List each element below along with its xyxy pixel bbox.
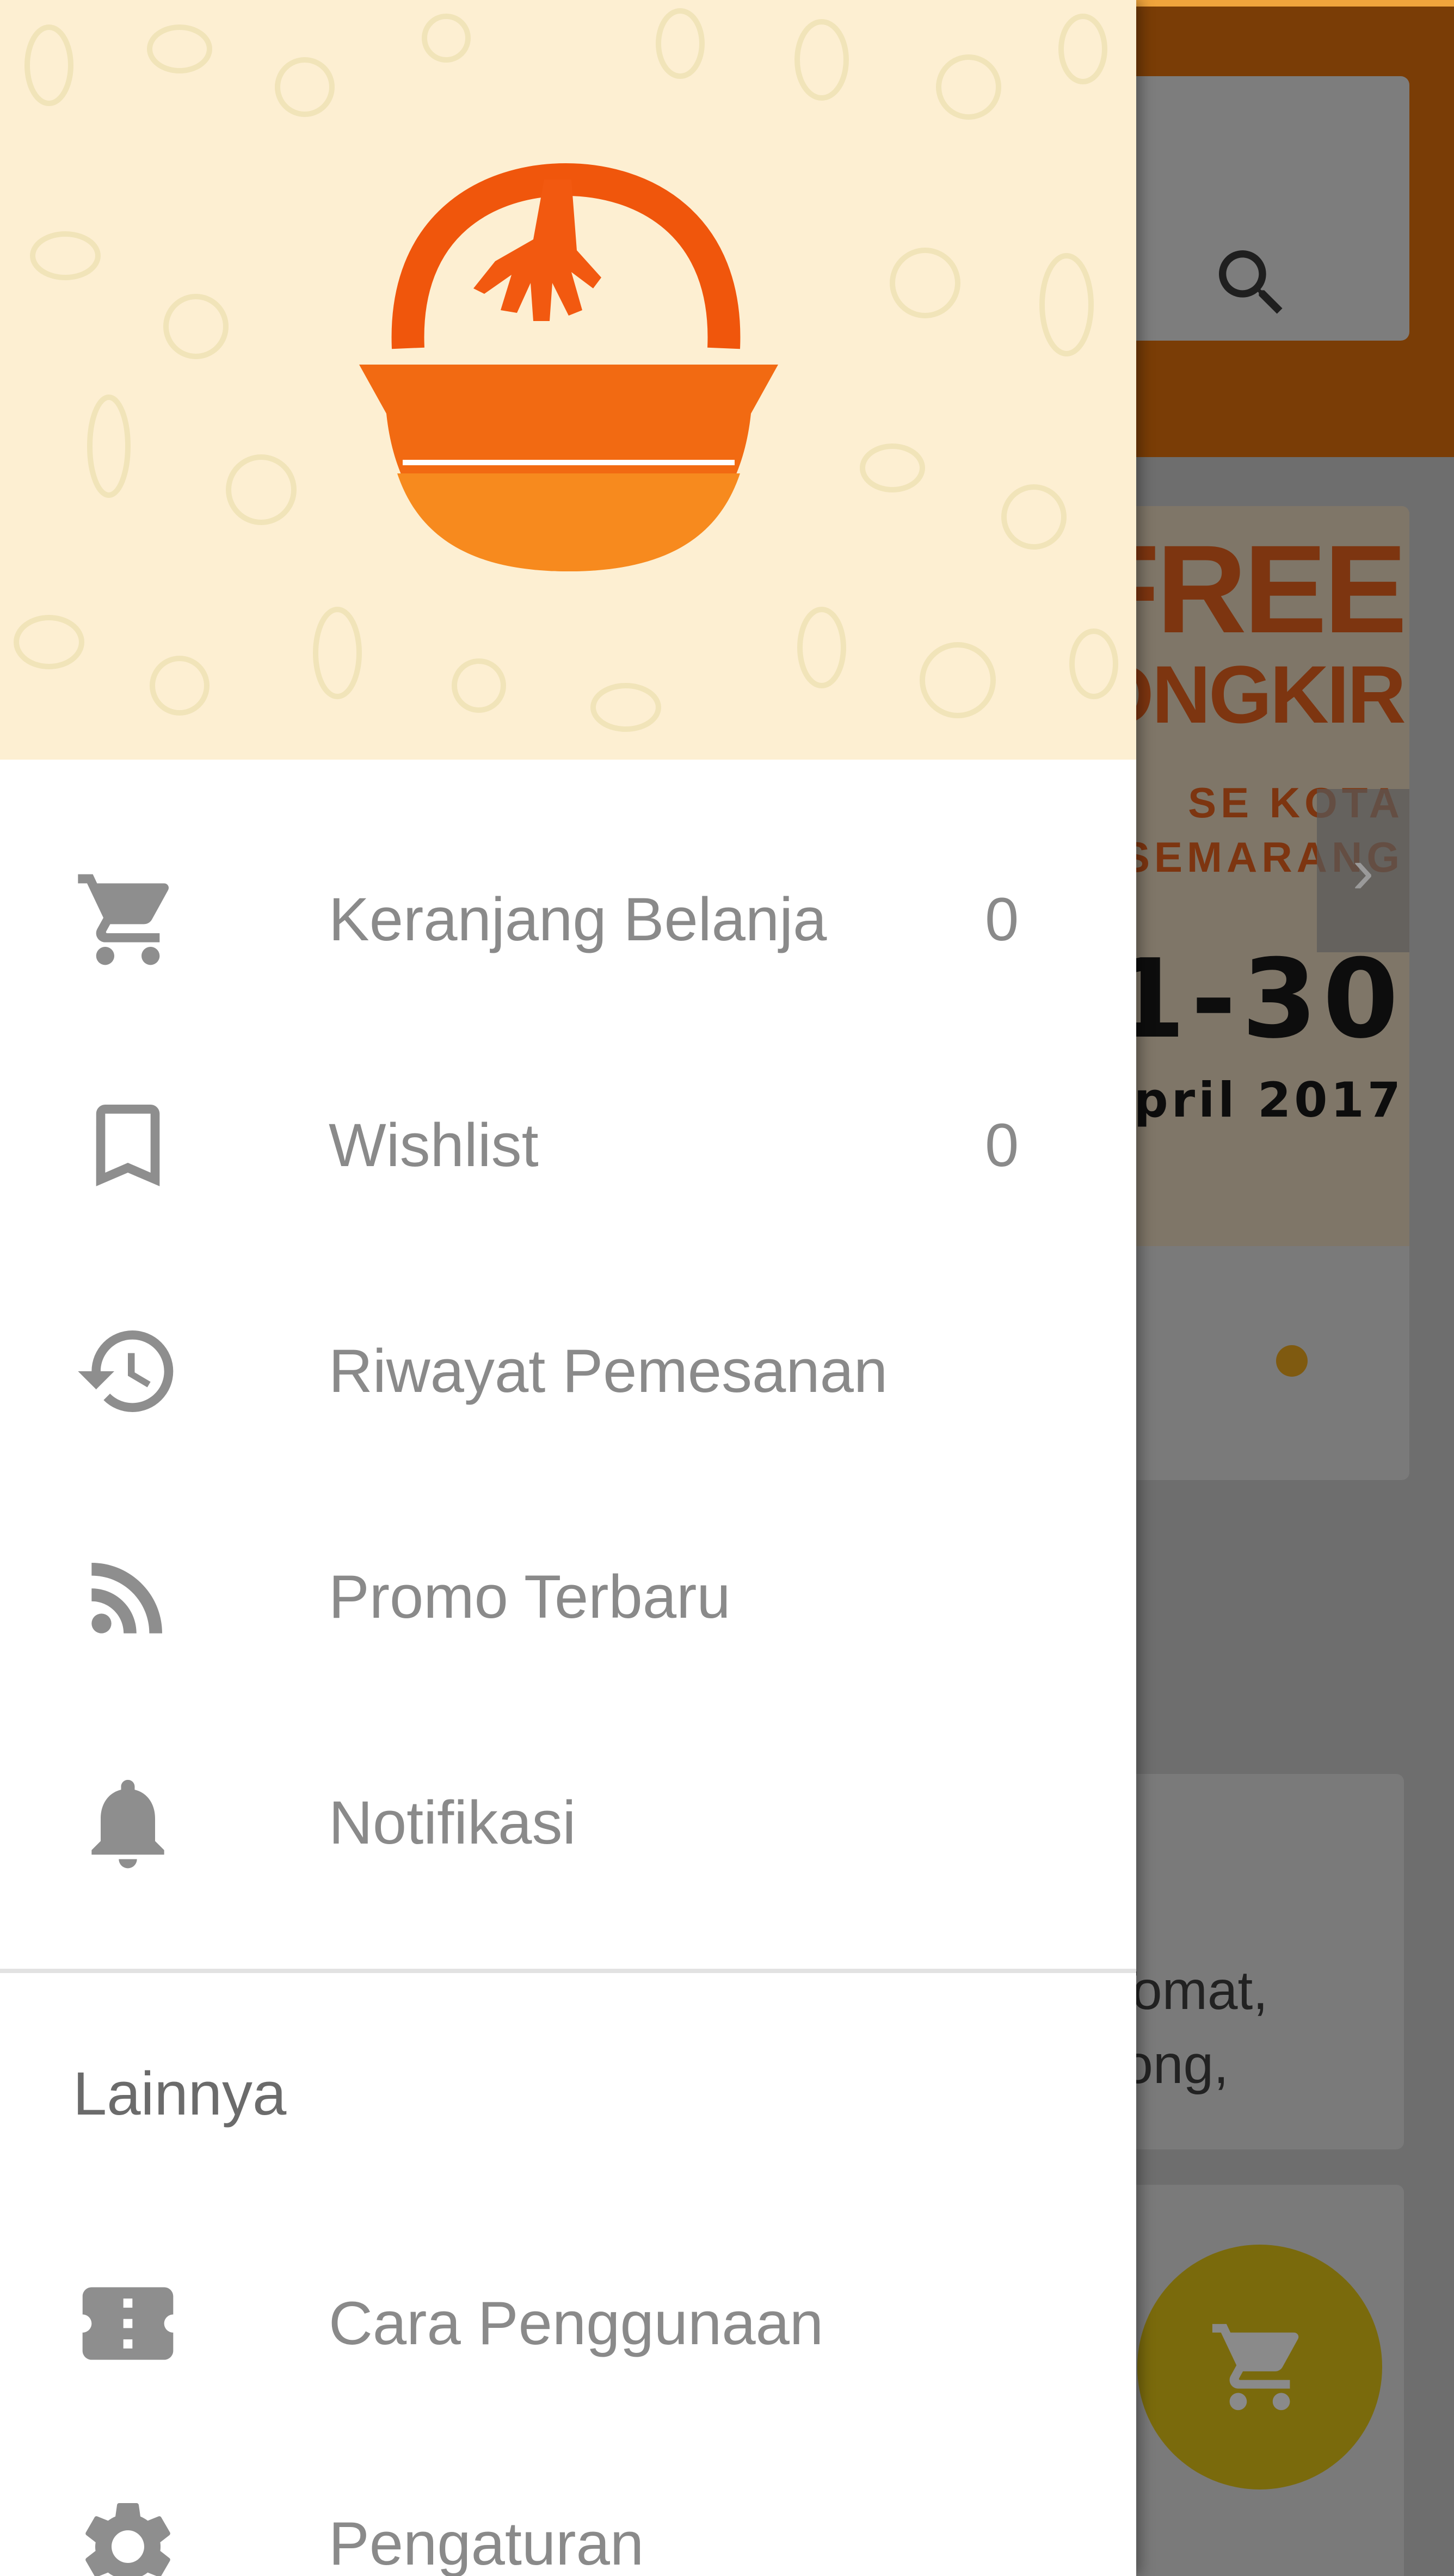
nav-item-label: Wishlist [329, 1111, 539, 1179]
nav-item-label: Promo Terbaru [329, 1563, 731, 1631]
section-divider [0, 1969, 1136, 1973]
carousel-next-button[interactable]: › [1317, 789, 1409, 952]
basket-logo [359, 163, 778, 571]
nav-item-pengaturan[interactable]: Pengaturan [0, 2435, 1136, 2576]
drawer-header [0, 0, 1136, 760]
search-icon[interactable] [1208, 239, 1295, 326]
nav-item-label: Cara Penggunaan [329, 2289, 824, 2357]
history-icon [71, 1314, 185, 1428]
carousel-indicator-dot[interactable] [1276, 1345, 1308, 1377]
nav-item-label: Keranjang Belanja [329, 885, 827, 953]
product-description: Tomat, rong, [1105, 1953, 1409, 2102]
cart-count-badge: 0 [985, 885, 1019, 953]
product-description-line: rong, [1105, 2034, 1229, 2095]
rss-icon [71, 1540, 185, 1654]
gear-icon [71, 2489, 185, 2576]
nav-item-notifikasi[interactable]: Notifikasi [0, 1714, 1136, 1932]
navigation-drawer: Keranjang Belanja 0 Wishlist 0 Riwayat P… [0, 0, 1136, 2576]
nav-item-label: Riwayat Pemesanan [329, 1337, 888, 1405]
nav-item-label: Pengaturan [329, 2510, 644, 2576]
nav-item-label: Notifikasi [329, 1789, 576, 1857]
nav-item-cara-penggunaan[interactable]: Cara Penggunaan [0, 2209, 1136, 2427]
bell-icon [71, 1766, 185, 1880]
cart-icon [71, 862, 185, 977]
nav-item-wishlist[interactable]: Wishlist 0 [0, 1037, 1136, 1254]
section-title-lainnya: Lainnya [73, 2060, 287, 2128]
cart-icon [1212, 2324, 1299, 2411]
nav-item-riwayat-pemesanan[interactable]: Riwayat Pemesanan [0, 1262, 1136, 1480]
nav-item-keranjang-belanja[interactable]: Keranjang Belanja 0 [0, 811, 1136, 1028]
wishlist-count-badge: 0 [985, 1111, 1019, 1179]
product-description-line: Tomat, [1105, 1960, 1268, 2021]
cart-fab-button[interactable] [1137, 2245, 1382, 2489]
nav-item-promo-terbaru[interactable]: Promo Terbaru [0, 1488, 1136, 1706]
bookmark-icon [71, 1088, 185, 1203]
ticket-icon [71, 2266, 185, 2381]
